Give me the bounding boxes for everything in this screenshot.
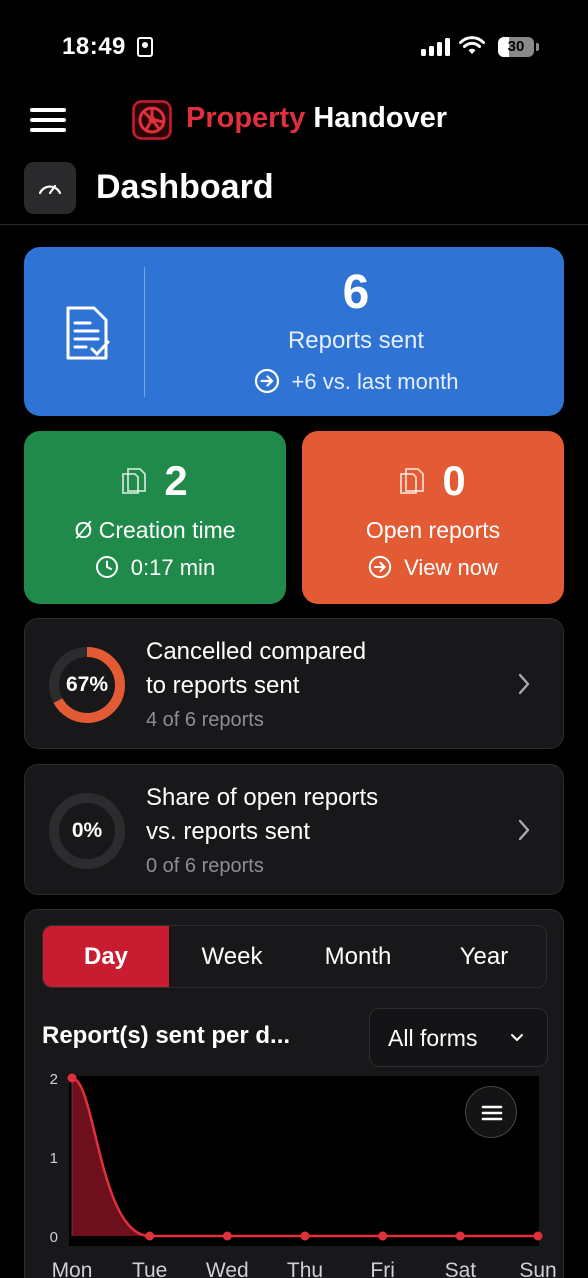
report-document-icon xyxy=(66,306,110,360)
chart-menu-button[interactable] xyxy=(465,1086,517,1138)
data-point xyxy=(300,1231,310,1241)
cancelled-ratio-card[interactable]: 67% Cancelled compared to reports sent 4… xyxy=(24,618,564,749)
y-tick-label: 0 xyxy=(50,1229,58,1246)
menu-lines-icon xyxy=(481,1105,503,1121)
cancelled-title-line1: Cancelled compared xyxy=(146,638,367,665)
brand-logo-icon xyxy=(132,100,172,140)
open-share-percent: 0% xyxy=(71,819,103,842)
cancelled-title: Cancelled compared to reports sent xyxy=(146,635,486,703)
creation-time-duration: 0:17 min xyxy=(24,555,286,581)
reports-sent-label: Reports sent xyxy=(287,327,425,354)
open-share-title: Share of open reports vs. reports sent xyxy=(146,781,486,849)
x-tick-label: Wed xyxy=(206,1259,249,1278)
reports-sent-trend-text: +6 vs. last month xyxy=(291,369,459,394)
wifi-icon xyxy=(459,36,485,54)
brand-name-white: Handover xyxy=(313,102,448,134)
cancelled-count: 4 of 6 reports xyxy=(146,709,264,731)
creation-time-label: Ø Creation time xyxy=(74,517,236,543)
open-reports-head: 0 xyxy=(302,457,564,505)
view-now-link[interactable]: View now xyxy=(302,555,564,581)
battery-icon: 30 xyxy=(498,37,534,57)
open-reports-card[interactable]: 0 Open reports View now xyxy=(302,431,564,604)
data-point xyxy=(145,1231,155,1241)
header-divider xyxy=(0,224,588,225)
speedometer-icon xyxy=(38,184,62,195)
clock-icon xyxy=(95,556,118,579)
status-time: 18:49 xyxy=(62,33,126,60)
open-share-count: 0 of 6 reports xyxy=(146,855,264,877)
view-now-text: View now xyxy=(404,555,498,580)
cancelled-percent: 67% xyxy=(65,673,109,696)
chevron-right-icon[interactable] xyxy=(517,818,531,842)
open-reports-count: 0 xyxy=(442,457,466,504)
page-title: Dashboard xyxy=(96,168,274,206)
card-divider xyxy=(144,267,145,397)
x-tick-label: Sat xyxy=(445,1259,477,1278)
chart-panel: Day Week Month Year Report(s) sent per d… xyxy=(24,909,564,1278)
focus-icon xyxy=(137,37,153,57)
x-tick-label: Mon xyxy=(52,1259,93,1278)
open-share-title-line2: vs. reports sent xyxy=(146,818,311,845)
battery-cap xyxy=(536,43,539,51)
open-share-title-line1: Share of open reports xyxy=(146,784,379,811)
hamburger-menu-icon[interactable] xyxy=(30,108,68,132)
chevron-right-icon[interactable] xyxy=(517,672,531,696)
battery-percent: 30 xyxy=(507,38,525,55)
data-point xyxy=(378,1231,388,1241)
data-point xyxy=(67,1073,77,1083)
reports-sent-card[interactable]: 6 Reports sent +6 vs. last month xyxy=(24,247,564,416)
signal-icon xyxy=(421,38,451,56)
y-tick-label: 2 xyxy=(50,1071,58,1088)
cancelled-title-line2: to reports sent xyxy=(146,672,300,699)
brand-name-red: Property xyxy=(186,102,306,134)
app-title: Property Handover xyxy=(186,102,447,135)
creation-time-card[interactable]: 2 Ø Creation time 0:17 min xyxy=(24,431,286,604)
arrow-circle-icon xyxy=(368,556,392,579)
open-share-card[interactable]: 0% Share of open reports vs. reports sen… xyxy=(24,764,564,895)
reports-sent-trend: +6 vs. last month xyxy=(148,369,564,395)
reports-sent-count: 6 xyxy=(342,266,370,319)
x-tick-label: Fri xyxy=(370,1259,395,1278)
open-reports-label: Open reports xyxy=(365,517,501,543)
creation-time-value: 0:17 min xyxy=(130,555,216,580)
arrow-circle-icon xyxy=(254,369,279,394)
data-point xyxy=(455,1231,465,1241)
x-tick-label: Thu xyxy=(287,1259,323,1278)
data-point xyxy=(222,1231,232,1241)
data-point xyxy=(533,1231,543,1241)
x-tick-label: Sun xyxy=(519,1259,556,1278)
copy-document-icon xyxy=(122,468,147,494)
x-tick-label: Tue xyxy=(132,1259,167,1278)
copy-document-icon xyxy=(400,468,425,494)
status-bar: 18:49 30 xyxy=(0,0,588,90)
y-tick-label: 1 xyxy=(50,1150,58,1167)
dashboard-icon-box xyxy=(24,162,76,214)
creation-time-count: 2 xyxy=(164,457,188,504)
creation-time-head: 2 xyxy=(24,457,286,505)
